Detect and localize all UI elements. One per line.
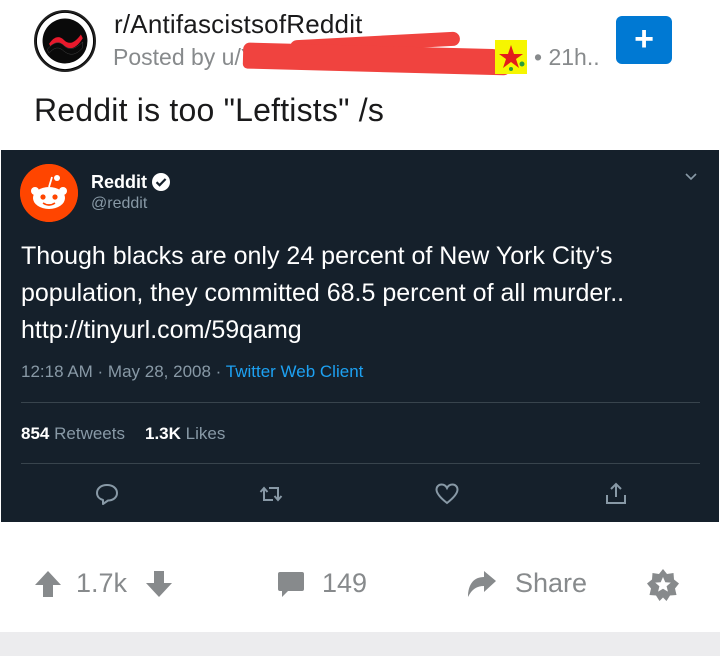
tweet-stats: 854 Retweets 1.3K Likes <box>21 424 225 444</box>
like-count[interactable]: 1.3K <box>145 424 181 443</box>
upvote-arrow-icon[interactable] <box>34 569 62 599</box>
post-time: • 21h.. <box>534 44 600 71</box>
award-icon <box>647 569 679 601</box>
divider <box>21 402 700 403</box>
post-header: r/AntifascistsofReddit Posted by u/Y • 2… <box>0 0 720 90</box>
downvote-arrow-icon[interactable] <box>145 569 173 599</box>
reply-icon[interactable] <box>93 480 121 508</box>
share-arrow-icon <box>468 570 496 597</box>
share-icon[interactable] <box>602 480 630 508</box>
posted-by-line: Posted by u/Y <box>113 44 256 71</box>
verified-badge-icon <box>151 172 171 192</box>
feed-separator <box>0 632 720 656</box>
tweet-text: Though blacks are only 24 percent of New… <box>21 242 625 344</box>
retweet-count[interactable]: 854 <box>21 424 49 443</box>
plus-icon: + <box>634 20 654 58</box>
tweet-embed-image[interactable]: Reddit @reddit Though blacks are only 24… <box>1 150 719 522</box>
posted-by-prefix: Posted by u/ <box>113 44 241 70</box>
comments-button[interactable]: 149 <box>276 568 367 599</box>
retweet-label: Retweets <box>54 424 125 443</box>
tweet-client-link[interactable]: Twitter Web Client <box>226 362 364 381</box>
tweet-author-name[interactable]: Reddit <box>91 172 147 193</box>
divider <box>21 463 700 464</box>
post-age: 21h.. <box>548 44 600 70</box>
chevron-down-icon[interactable] <box>683 168 699 184</box>
tweet-metadata: 12:18 AM · May 28, 2008 · Twitter Web Cl… <box>21 362 363 382</box>
share-button[interactable]: Share <box>466 568 587 599</box>
like-label: Likes <box>185 424 226 443</box>
subreddit-name[interactable]: r/AntifascistsofReddit <box>114 9 363 40</box>
join-button[interactable]: + <box>616 16 672 64</box>
tweet-author-handle[interactable]: @reddit <box>91 195 147 213</box>
share-label: Share <box>515 568 588 598</box>
retweet-icon[interactable] <box>257 480 285 508</box>
post-title[interactable]: Reddit is too "Leftists" /s <box>34 92 384 129</box>
comment-count: 149 <box>322 568 368 598</box>
reddit-alien-icon <box>20 164 78 222</box>
tweet-timestamp: 12:18 AM · May 28, 2008 · <box>21 362 226 381</box>
time-separator: • <box>534 44 543 70</box>
star-flair-icon <box>495 40 527 74</box>
award-button[interactable] <box>646 568 680 602</box>
vote-group: 1.7k <box>34 568 173 599</box>
post-action-bar: 1.7k 149 Share <box>0 560 720 612</box>
heart-icon[interactable] <box>433 480 461 508</box>
vote-count: 1.7k <box>76 568 128 598</box>
antifa-flag-icon[interactable] <box>34 10 96 72</box>
redaction-scribble <box>242 42 512 76</box>
comment-icon <box>278 571 304 597</box>
